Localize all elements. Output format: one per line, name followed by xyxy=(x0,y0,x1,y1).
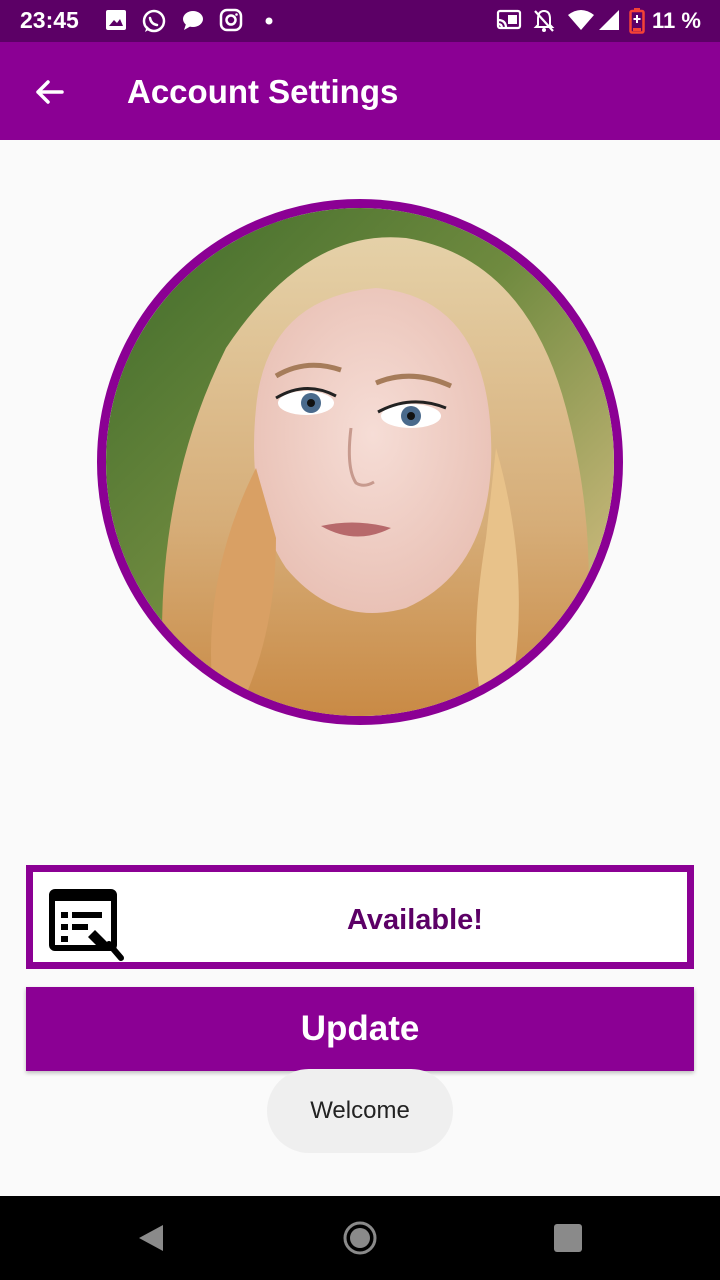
profile-avatar[interactable] xyxy=(97,199,623,725)
dot-icon xyxy=(265,17,273,25)
wifi-icon xyxy=(568,10,594,30)
chat-bubble-icon xyxy=(183,11,203,30)
status-time: 23:45 xyxy=(20,7,79,33)
app-bar: Account Settings xyxy=(0,42,720,140)
toast-message: Welcome xyxy=(267,1069,453,1153)
page-title: Account Settings xyxy=(127,73,399,110)
battery-icon xyxy=(629,8,645,34)
battery-percent: 11 % xyxy=(652,8,701,33)
status-bar: 23:45 11 % xyxy=(0,0,720,42)
signal-icon xyxy=(599,10,619,30)
back-triangle-icon[interactable] xyxy=(130,1218,170,1258)
recents-square-icon[interactable] xyxy=(548,1218,588,1258)
arrow-left-icon[interactable] xyxy=(30,72,70,112)
image-icon xyxy=(106,10,126,30)
notifications-off-icon xyxy=(533,9,555,32)
home-circle-icon[interactable] xyxy=(340,1218,380,1258)
edit-note-icon xyxy=(49,889,124,961)
instagram-icon xyxy=(219,8,243,32)
status-text: Available! xyxy=(347,904,483,936)
status-field[interactable]: Available! xyxy=(26,865,694,969)
update-button[interactable]: Update xyxy=(26,987,694,1071)
profile-photo xyxy=(106,208,614,716)
cast-icon xyxy=(496,9,522,30)
navigation-bar xyxy=(0,1196,720,1280)
whatsapp-icon xyxy=(142,9,166,33)
